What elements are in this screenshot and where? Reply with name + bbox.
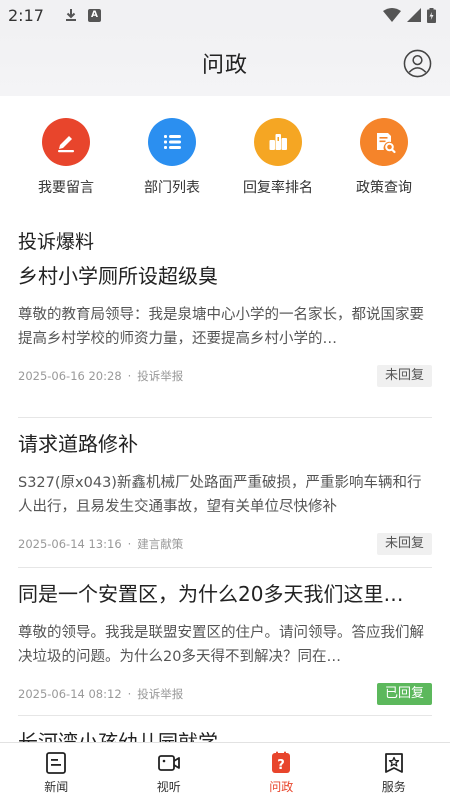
post-category: 建言献策 (137, 537, 184, 551)
post-item[interactable]: 长河湾小孩幼儿园就学 (18, 716, 432, 742)
download-icon (65, 9, 76, 21)
nav-item-media[interactable]: 视听 (113, 743, 226, 800)
nav-item-service[interactable]: 服务 (338, 743, 450, 800)
page-title: 问政 (201, 53, 248, 78)
post-category: 投诉举报 (137, 687, 184, 701)
question-icon: ? (272, 751, 291, 773)
quick-action-policy-search[interactable]: 政策查询 (334, 118, 434, 214)
post-meta: 2025-06-16 20:28 · 投诉举报 未回复 (18, 365, 432, 387)
nav-item-wenzheng[interactable]: ? 问政 (225, 743, 338, 800)
post-date: 2025-06-14 08:12 (18, 687, 122, 701)
post-meta: 2025-06-14 08:12 · 投诉举报 已回复 (18, 683, 432, 705)
ranking-icon (254, 118, 302, 166)
quick-actions: 我要留言 部门列表 回复率排名 政策查询 (0, 96, 450, 214)
pencil-icon (42, 118, 90, 166)
post-body: 尊敬的教育局领导：我是泉塘中心小学的一名家长，都说国家要提高乡村学校的师资力量，… (18, 307, 424, 347)
quick-action-leave-message[interactable]: 我要留言 (16, 118, 116, 214)
quick-action-label: 回复率排名 (243, 180, 313, 196)
quick-action-department-list[interactable]: 部门列表 (122, 118, 222, 214)
status-indicators (383, 7, 436, 23)
post-item[interactable]: 请求道路修补 S327(原x043)新鑫机械厂处路面严重破损，严重影响车辆和行人… (18, 418, 432, 568)
meta-separator: · (127, 537, 132, 551)
nav-label: 问政 (269, 780, 294, 794)
post-title: 请求道路修补 (18, 432, 138, 456)
notification-a-icon: A (87, 8, 101, 22)
status-badge: 未回复 (376, 365, 432, 387)
post-body: 尊敬的领导。我我是联盟安置区的住户。请问领导。答应我们解决垃圾的问题。为什么20… (18, 625, 424, 665)
nav-label: 服务 (381, 780, 406, 794)
meta-separator: · (127, 687, 132, 701)
section-title: 投诉爆料 (18, 231, 95, 253)
post-meta: 2025-06-14 13:16 · 建言献策 未回复 (18, 533, 432, 555)
user-profile-icon[interactable] (403, 49, 432, 78)
news-icon (46, 752, 67, 774)
post-date: 2025-06-16 20:28 (18, 369, 122, 383)
quick-action-label: 政策查询 (356, 180, 412, 196)
status-bar: 2:17 A (0, 0, 450, 30)
wifi-icon (383, 8, 401, 22)
nav-label: 新闻 (44, 780, 69, 794)
list-icon (148, 118, 196, 166)
quick-action-reply-ranking[interactable]: 回复率排名 (228, 118, 328, 214)
app-screen: 2:17 A 问政 我要留言 部门列表 回复率排名 政策查询 投诉爆料 乡村小学… (0, 0, 450, 800)
post-body: S327(原x043)新鑫机械厂处路面严重破损，严重影响车辆和行人出行，且易发生… (18, 475, 422, 515)
signal-icon (407, 8, 421, 22)
post-title: 长河湾小孩幼儿园就学 (18, 730, 218, 742)
svg-text:?: ? (277, 758, 285, 773)
battery-icon (427, 7, 436, 23)
meta-separator: · (127, 369, 132, 383)
status-badge: 已回复 (376, 683, 432, 705)
post-title: 乡村小学厕所设超级臭 (18, 264, 218, 288)
status-badge: 未回复 (376, 533, 432, 555)
status-time: 2:17 (8, 5, 44, 25)
post-category: 投诉举报 (137, 369, 184, 383)
video-icon (157, 755, 180, 771)
post-item[interactable]: 同是一个安置区，为什么20多天我们这里… 尊敬的领导。我我是联盟安置区的住户。请… (18, 568, 432, 716)
post-item[interactable]: 乡村小学厕所设超级臭 尊敬的教育局领导：我是泉塘中心小学的一名家长，都说国家要提… (18, 252, 432, 418)
service-icon (384, 753, 403, 773)
bottom-navigation: 新闻 视听 ? 问政 服务 (0, 742, 450, 800)
quick-action-label: 我要留言 (38, 180, 94, 196)
quick-action-label: 部门列表 (144, 180, 200, 196)
document-search-icon (360, 118, 408, 166)
main-content: 我要留言 部门列表 回复率排名 政策查询 投诉爆料 乡村小学厕所设超级臭 尊敬的… (0, 96, 450, 742)
nav-item-news[interactable]: 新闻 (0, 743, 113, 800)
nav-label: 视听 (156, 780, 181, 794)
page-header: 问政 (0, 30, 450, 96)
post-title: 同是一个安置区，为什么20多天我们这里… (18, 582, 404, 606)
post-date: 2025-06-14 13:16 (18, 537, 122, 551)
